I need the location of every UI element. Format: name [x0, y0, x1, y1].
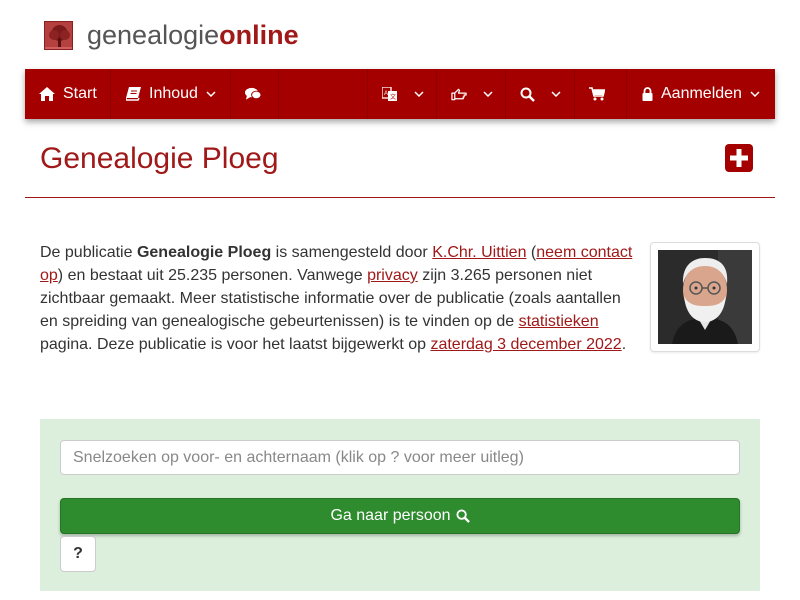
intro-text: is samengesteld door	[271, 244, 433, 261]
translate-icon: A文	[382, 86, 398, 102]
page-title: Genealogie Ploeg	[40, 142, 279, 175]
author-photo	[658, 250, 752, 344]
chevron-down-icon	[750, 86, 760, 102]
plus-icon	[730, 149, 748, 167]
privacy-link[interactable]: privacy	[367, 267, 418, 284]
main-navbar: Start Inhoud A文 Aanmelden	[25, 69, 775, 119]
book-icon	[125, 86, 141, 102]
page-header: Genealogie Ploeg	[25, 136, 775, 198]
intro-text: (	[526, 244, 537, 261]
nav-start-label: Start	[63, 85, 97, 102]
search-help-button[interactable]: ?	[60, 536, 96, 572]
chevron-down-icon	[206, 86, 216, 102]
svg-text:文: 文	[390, 93, 396, 101]
nav-search[interactable]	[506, 69, 575, 119]
comments-icon	[245, 86, 261, 102]
home-icon	[39, 86, 55, 102]
last-updated-link[interactable]: zaterdag 3 december 2022	[430, 336, 621, 353]
svg-text:A: A	[384, 91, 388, 97]
nav-share[interactable]	[437, 69, 506, 119]
go-to-person-label: Ga naar persoon	[330, 507, 451, 524]
statistics-link[interactable]: statistieken	[519, 313, 599, 330]
nav-start[interactable]: Start	[25, 69, 111, 119]
site-name: genealogieonline	[87, 19, 299, 51]
nav-language[interactable]: A文	[368, 69, 437, 119]
nav-login[interactable]: Aanmelden	[627, 69, 775, 119]
publication-name: Genealogie Ploeg	[136, 244, 272, 261]
nav-contents-label: Inhoud	[149, 85, 198, 102]
go-to-person-button[interactable]: Ga naar persoon	[60, 498, 740, 534]
intro-text: pagina. Deze publicatie is voor het laat…	[40, 336, 431, 353]
site-logo[interactable]: genealogieonline	[44, 19, 299, 51]
quick-search-input[interactable]	[60, 440, 740, 475]
tree-icon	[44, 20, 73, 50]
chevron-down-icon	[483, 86, 493, 102]
publication-description: De publicatie Genealogie Ploeg is sameng…	[40, 241, 635, 356]
search-icon	[455, 509, 470, 523]
intro-text: ) en bestaat uit 25.235 personen. Vanweg…	[57, 267, 368, 284]
site-name-part2: online	[219, 20, 299, 50]
chevron-down-icon	[551, 86, 561, 102]
cart-icon	[589, 86, 605, 102]
nav-contents[interactable]: Inhoud	[111, 69, 231, 119]
nav-shop[interactable]	[575, 69, 627, 119]
author-photo-frame	[650, 242, 760, 352]
intro-text: De publicatie	[40, 244, 137, 261]
nav-login-label: Aanmelden	[661, 85, 742, 102]
intro-text: .	[621, 336, 627, 353]
hand-pointer-icon	[451, 86, 467, 102]
search-icon	[520, 86, 535, 102]
chevron-down-icon	[414, 86, 424, 102]
quick-search-panel: Ga naar persoon ?	[40, 419, 760, 591]
add-button[interactable]	[725, 144, 753, 172]
author-link[interactable]: K.Chr. Uittien	[432, 244, 526, 261]
nav-spacer	[279, 69, 368, 119]
lock-icon	[641, 86, 653, 102]
site-name-part1: genealogie	[87, 20, 220, 50]
nav-forum[interactable]	[231, 69, 279, 119]
